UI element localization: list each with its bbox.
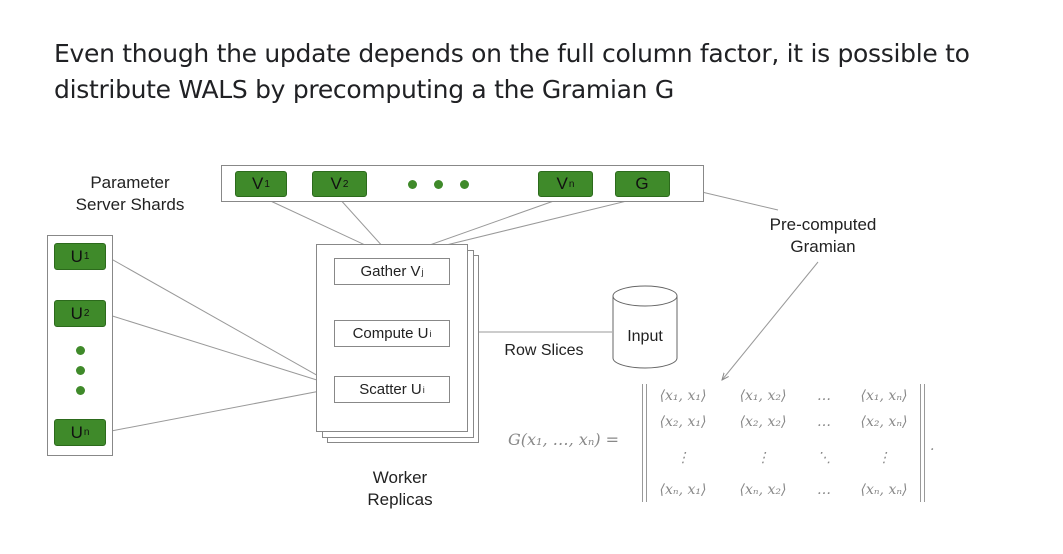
line-u1-scatter	[105, 255, 337, 387]
matrix-cell: ⟨x₁, xₙ⟩	[860, 388, 908, 404]
formula-period: .	[930, 438, 935, 454]
ellipsis-dot	[408, 180, 417, 189]
shard-u2: U2	[54, 300, 106, 327]
matrix-bar-right	[920, 384, 921, 502]
matrix-cell: ⟨xₙ, x₁⟩	[659, 482, 707, 498]
input-label: Input	[627, 328, 663, 345]
line-u2-scatter	[105, 313, 337, 387]
worker-replicas-label: Worker Replicas	[367, 468, 433, 509]
ellipsis-dot	[76, 386, 85, 395]
matrix-cell: …	[817, 388, 831, 404]
matrix-cell: ⋮	[676, 450, 690, 466]
matrix-cell: ⟨x₁, x₁⟩	[659, 388, 707, 404]
matrix-cell: ⟨x₂, xₙ⟩	[860, 414, 908, 430]
gramian-lhs: G(x₁, …, xₙ) =	[508, 430, 620, 449]
matrix-cell: ⟨xₙ, x₂⟩	[739, 482, 787, 498]
matrix-cell: …	[817, 414, 831, 430]
step-compute: Compute Ui	[334, 320, 450, 347]
row-slices-label: Row Slices	[504, 342, 584, 359]
ellipsis-dot	[76, 346, 85, 355]
matrix-cell: …	[817, 482, 831, 498]
matrix-cell: ⟨x₂, x₁⟩	[659, 414, 707, 430]
matrix-bar-left	[646, 384, 647, 502]
shard-u1: U1	[54, 243, 106, 270]
connector-lines	[105, 0, 819, 433]
shard-un: Un	[54, 419, 106, 446]
step-gather: Gather Vj	[334, 258, 450, 285]
shard-g: G	[615, 171, 670, 197]
ellipsis-dot	[460, 180, 469, 189]
line-un-scatter	[105, 387, 337, 433]
matrix-cell: ⟨x₂, x₂⟩	[739, 414, 787, 430]
matrix-cell: ⋮	[756, 450, 770, 466]
shard-v2: V2	[312, 171, 367, 197]
matrix-bar-right	[924, 384, 925, 502]
ellipsis-dot	[76, 366, 85, 375]
step-scatter: Scatter Ui	[334, 376, 450, 403]
shard-vn: Vn	[538, 171, 593, 197]
precomputed-gramian-label: Pre-computed Gramian	[769, 215, 877, 256]
matrix-cell: ⋱	[817, 450, 831, 466]
matrix-cell: ⋮	[877, 450, 891, 466]
line-label-matrix	[722, 261, 819, 380]
matrix-bar-left	[642, 384, 643, 502]
matrix-cell: ⟨x₁, x₂⟩	[739, 388, 787, 404]
param-server-label: Parameter Server Shards	[75, 173, 185, 214]
shard-v1: V1	[235, 171, 287, 197]
ellipsis-dot	[434, 180, 443, 189]
matrix-cell: ⟨xₙ, xₙ⟩	[860, 482, 908, 498]
